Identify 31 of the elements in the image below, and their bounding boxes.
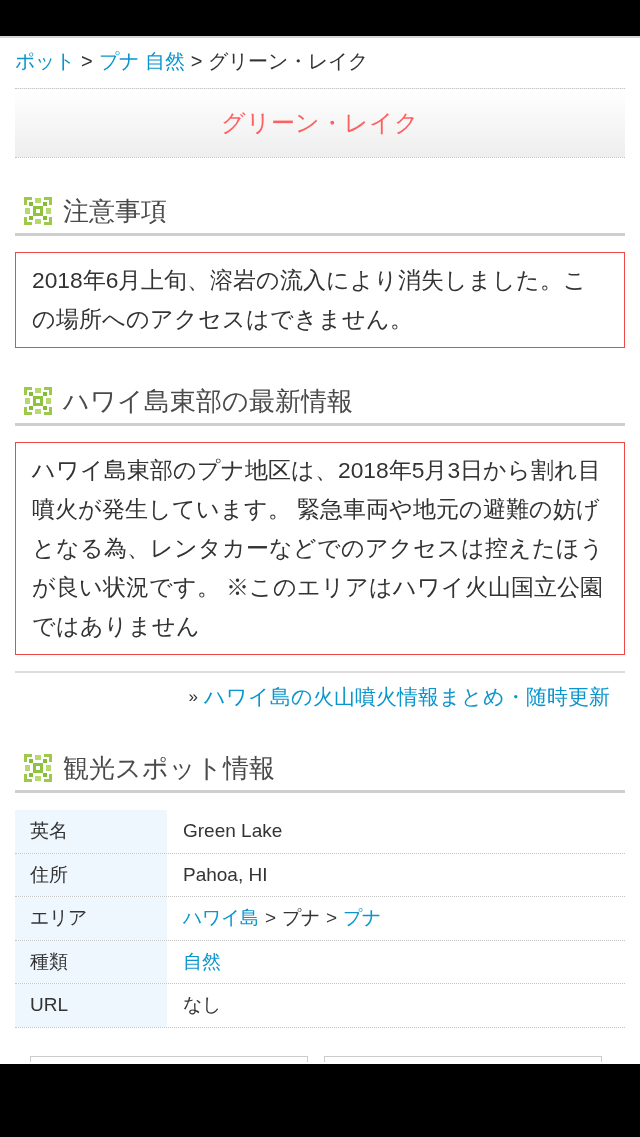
breadcrumb-link[interactable]: ポット (15, 46, 75, 76)
table-value: なし (183, 993, 221, 1018)
table-label-cell: 英名 (15, 810, 167, 853)
tile-pattern-icon (24, 387, 52, 415)
page-title: グリーン・レイク (221, 108, 419, 138)
warning-notice: ハワイ島東部のプナ地区は、2018年5月3日から割れ目噴火が発生しています。 緊急車両や地元の避難の妨げとなる為、レンタカーなどでのアクセスは控えたほうが良い状況です。 ※このエリアはハワイ火山国立公園ではありません (15, 442, 625, 655)
section-heading: ハワイ島東部の最新情報 (63, 385, 353, 418)
table-value: プナ (282, 906, 321, 931)
table-link[interactable]: ハワイ島 (183, 904, 259, 933)
breadcrumb-link[interactable]: プナ (98, 46, 139, 76)
table-link[interactable]: プナ (343, 904, 382, 933)
breadcrumb-separator: > (81, 49, 93, 74)
breadcrumb-link[interactable]: 自然 (144, 46, 185, 76)
table-value: Pahoa, HI (183, 862, 268, 887)
table-value: Green Lake (183, 819, 283, 844)
table-label-cell: 住所 (15, 853, 167, 897)
table-label-cell: エリア (15, 897, 167, 940)
table-link[interactable]: 自然 (183, 947, 221, 977)
table-label-cell: URL (15, 984, 167, 1027)
table-separator: > (265, 906, 277, 931)
more-link[interactable]: ハワイ島の火山噴火情報まとめ・随時更新 (204, 682, 610, 712)
breadcrumb-current: グリーン・レイク (208, 49, 369, 74)
table-separator: > (326, 906, 338, 931)
section-heading: 注意事項 (63, 195, 167, 228)
breadcrumb-separator: > (190, 49, 203, 74)
table-label-cell: 種類 (15, 940, 167, 984)
warning-notice: 2018年6月上旬、溶岩の流入により消失しました。この場所へのアクセスはできません。 (15, 252, 625, 348)
tile-pattern-icon (24, 754, 52, 782)
link-prefix: » (188, 686, 198, 708)
tile-pattern-icon (24, 197, 52, 225)
section-heading: 観光スポット情報 (63, 752, 275, 785)
